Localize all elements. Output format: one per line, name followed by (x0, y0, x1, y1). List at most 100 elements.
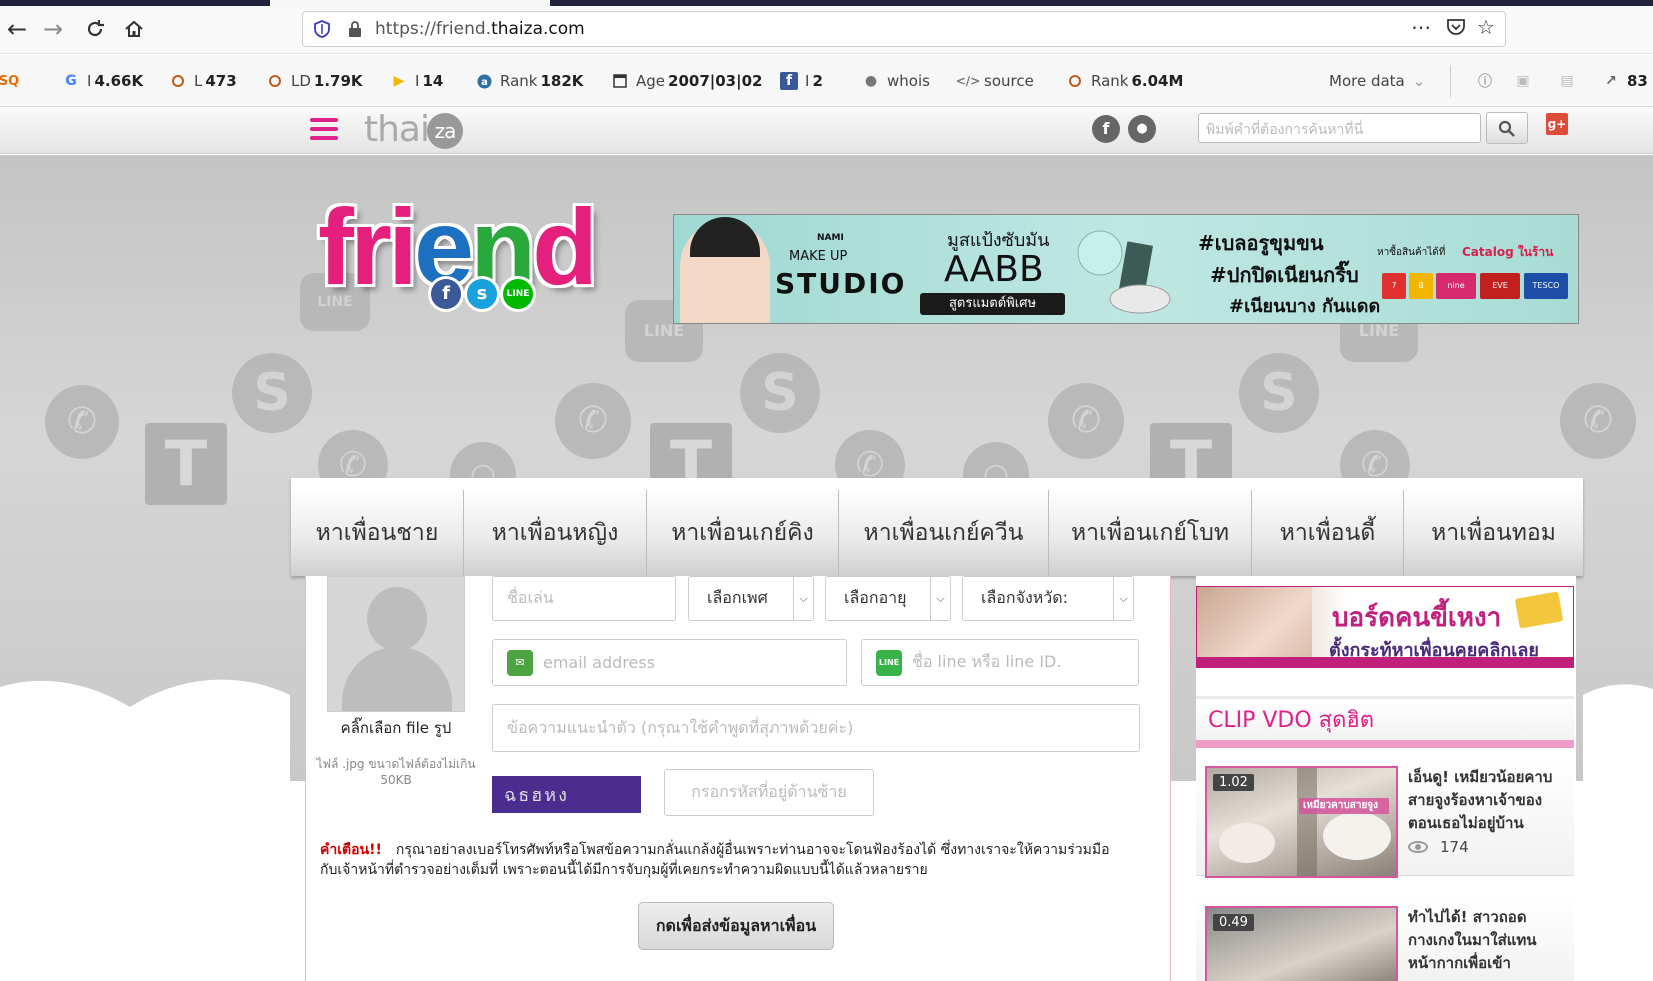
bing-index[interactable]: ▶ I 14 (390, 70, 444, 92)
google-plus-icon[interactable]: g+ (1546, 113, 1568, 135)
envelope-icon (1514, 591, 1564, 629)
circle-icon (1066, 72, 1084, 90)
forward-icon[interactable]: → (36, 12, 70, 46)
line-id-input[interactable]: LINE ชื่อ line หรือ line ID. (861, 639, 1139, 686)
monitor-icon[interactable]: ▣ (1514, 70, 1539, 92)
menu-item-gay-bot[interactable]: หาเพื่อนเกย์โบท (1049, 490, 1252, 576)
circle-icon (169, 72, 187, 90)
more-actions-icon[interactable]: ⋯ (1411, 17, 1432, 37)
home-icon[interactable] (117, 12, 151, 46)
province-select[interactable]: เลือกจังหวัด: ⌵ (962, 576, 1134, 621)
banner-tag2: #ปกปิดเนียนกริ๊บ (1210, 263, 1359, 287)
back-icon[interactable]: ← (0, 12, 34, 46)
phone-icon: ✆ (1048, 383, 1124, 459)
friend-form: คลิ๊กเลือก file รูป ไฟล์ .jpg ขนาดไฟล์ต้… (305, 576, 1171, 981)
store-logo: TESCO (1524, 273, 1568, 299)
google-index[interactable]: G I 4.66K (62, 70, 143, 92)
warning-text: คำเตือน!! กรุณาอย่าลงเบอร์โทรศัพท์หรือโพส… (320, 842, 1110, 878)
age-select[interactable]: เลือกอายุ ⌵ (825, 576, 951, 621)
banner-tag1: #เบลอรูขุมขน (1198, 231, 1324, 255)
link-domains[interactable]: LD 1.79K (266, 70, 363, 92)
sidebar: บอร์ดคนขี้เหงา ตั้งกระทู้หาเพื่อนคุยคลิก… (1196, 576, 1576, 981)
clip-item[interactable]: 0.49 ทำไปได้! สาวถอดกางเกงในมาใส่แทนหน้า… (1196, 896, 1574, 981)
info-icon[interactable]: ⓘ (1476, 70, 1501, 92)
whois-link[interactable]: ● whois (862, 70, 930, 92)
clip-title[interactable]: ทำไปได้! สาวถอดกางเกงในมาใส่แทนหน้ากากเพ… (1408, 906, 1572, 975)
facebook-icon[interactable]: f (1092, 115, 1120, 143)
svg-text:a: a (481, 77, 488, 88)
store-logo: nine (1436, 273, 1476, 299)
external-link[interactable]: ↗ 83 (1602, 70, 1648, 92)
skype-icon: S (232, 353, 312, 433)
age-select-label: เลือกอายุ (844, 588, 907, 607)
menu-item-gay-queen[interactable]: หาเพื่อนเกย์ควีน (839, 490, 1049, 576)
lonely-board-banner[interactable]: บอร์ดคนขี้เหงา ตั้งกระทู้หาเพื่อนคุยคลิก… (1196, 586, 1574, 668)
captcha-image: ฉธฮหง (492, 776, 641, 813)
menu-item-gay-king[interactable]: หาเพื่อนเกย์คิง (647, 490, 839, 576)
clip-item[interactable]: 1.02 เหมียวคาบสายจูง เอ็นดู! เหมียวน้อยค… (1196, 756, 1574, 878)
shield-icon[interactable] (313, 20, 331, 38)
facebook-likes[interactable]: fI2 (780, 70, 823, 92)
site-header: thai za f ● พิมพ์คำที่ต้องการค้นหาที่นี่ … (0, 107, 1653, 154)
gender-select-label: เลือกเพศ (707, 588, 768, 607)
nickname-input[interactable]: ชื่อเล่น (492, 576, 676, 621)
bing-icon: ▶ (393, 73, 405, 89)
pocket-icon[interactable] (1446, 17, 1466, 40)
banner-shop-note: หาซื้อสินค้าได้ที่ (1377, 247, 1446, 258)
menu-item-tom[interactable]: หาเพื่อนทอม (1404, 490, 1583, 576)
links-count[interactable]: L 473 (169, 70, 237, 92)
reload-icon[interactable] (78, 12, 112, 46)
seo-data-bar: SQ G I 4.66K L 473 LD 1.79K ▶ I 14 a Rank 182K A… (0, 55, 1653, 107)
category-menu: หาเพื่อนชาย หาเพื่อนหญิง หาเพื่อนเกย์คิง… (291, 478, 1583, 576)
menu-item-women[interactable]: หาเพื่อนหญิง (464, 490, 647, 576)
menu-item-dee[interactable]: หาเพื่อนดี้ (1252, 490, 1404, 576)
url-bar[interactable]: https://friend.thaiza.com ⋯ ☆ (302, 11, 1506, 47)
captcha-input[interactable]: กรอกรหัสที่อยู่ด้านซ้าย (664, 769, 874, 816)
thaiza-logo[interactable]: thai za (364, 109, 463, 150)
chevron-down-icon: ⌄ (1412, 72, 1426, 90)
user-icon: ● (864, 73, 878, 89)
gender-select[interactable]: เลือกเพศ ⌵ (688, 576, 814, 621)
clip-title[interactable]: เอ็นดู! เหมียวน้อยคาบสายจูงร้องหาเจ้าของ… (1408, 766, 1572, 835)
banner-brand-mid: MAKE UP (789, 249, 848, 264)
tango-icon: T (145, 423, 227, 505)
avatar-upload[interactable] (327, 576, 465, 712)
clip-duration: 0.49 (1213, 914, 1254, 931)
external-link-icon: ↗ (1605, 73, 1617, 89)
clip-thumbnail[interactable]: 0.49 (1205, 906, 1398, 981)
clip-thumbnail[interactable]: 1.02 เหมียวคาบสายจูง (1205, 766, 1398, 878)
friend-logo[interactable]: friend f s LINE (318, 193, 636, 333)
banner-product: AABB (944, 249, 1044, 290)
clipboard-icon[interactable]: ▤ (1558, 70, 1583, 92)
intro-textarea[interactable]: ข้อความแนะนำตัว (กรุณาใช้คำพูดที่สุภาพด้… (492, 704, 1140, 752)
rank-secondary[interactable]: Rank 6.04M (1066, 70, 1183, 92)
alexa-icon: a (475, 72, 493, 90)
search-button[interactable] (1486, 112, 1528, 144)
circle-icon (266, 72, 284, 90)
code-icon: </> (955, 74, 981, 88)
alexa-rank[interactable]: a Rank 182K (475, 70, 583, 92)
site-search-input[interactable]: พิมพ์คำที่ต้องการค้นหาที่นี่ (1198, 113, 1481, 143)
store-logo: B (1409, 273, 1433, 299)
phone-icon: ✆ (45, 385, 119, 459)
submit-button[interactable]: กดเพื่อส่งข้อมูลหาเพื่อน (638, 902, 834, 950)
email-input[interactable]: ✉ email address (492, 639, 847, 686)
source-link[interactable]: </> source (955, 70, 1034, 92)
domain-age[interactable]: Age 2007|03|02 (611, 70, 762, 92)
menu-item-men[interactable]: หาเพื่อนชาย (291, 490, 464, 576)
seo-icon[interactable]: SQ (0, 70, 25, 92)
line-icon: LINE (500, 276, 536, 312)
url-text: https://friend.thaiza.com (375, 19, 585, 39)
lock-icon[interactable] (347, 20, 363, 38)
twitter-icon[interactable]: ● (1128, 115, 1156, 143)
phone-icon: ✆ (555, 383, 631, 459)
chevron-down-icon: ⌵ (1113, 577, 1133, 620)
hamburger-menu-icon[interactable] (310, 118, 338, 142)
bookmark-star-icon[interactable]: ☆ (1477, 17, 1495, 37)
ad-banner[interactable]: NAMI MAKE UP STUDIO มูสแป้งซับมัน AABB ส… (673, 214, 1579, 324)
clip-thumbnail-caption: เหมียวคาบสายจูง (1303, 800, 1379, 811)
banner-studio: STUDIO (775, 267, 907, 300)
banner-pill: สูตรแมตต์พิเศษ (920, 293, 1065, 315)
pick-file-link[interactable]: คลิ๊กเลือก file รูป (306, 716, 486, 740)
more-data-dropdown[interactable]: More data ⌄ (1329, 70, 1425, 92)
